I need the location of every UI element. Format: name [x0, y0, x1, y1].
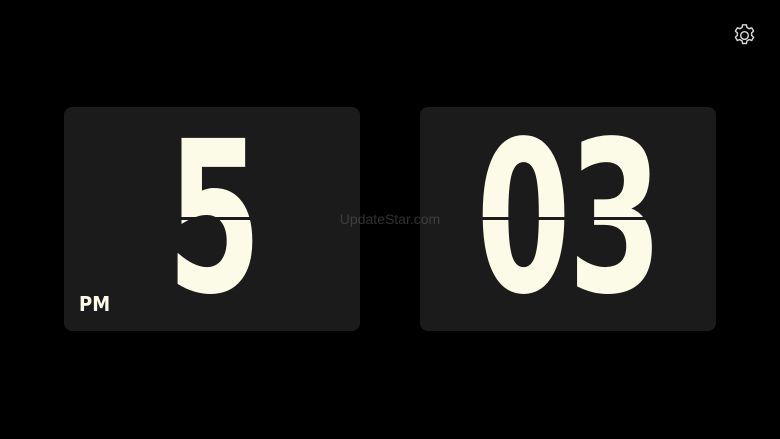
minutes-card-split-line	[420, 217, 716, 220]
meridiem-label: PM	[79, 292, 111, 316]
flip-clock-screen: 5 PM 03 UpdateStar.com	[0, 0, 780, 439]
settings-button[interactable]	[731, 22, 758, 49]
hours-card-split-line	[64, 217, 360, 220]
gear-icon	[734, 24, 755, 45]
hours-card: 5 PM	[64, 107, 360, 331]
minutes-card: 03	[420, 107, 716, 331]
